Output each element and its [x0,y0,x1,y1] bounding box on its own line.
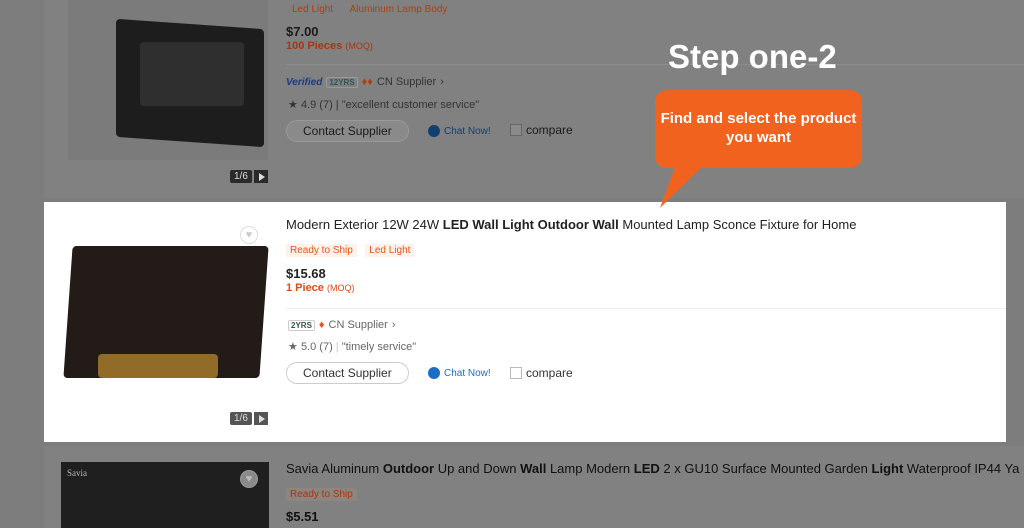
favorite-heart-icon[interactable]: ♥ [240,470,258,488]
callout-pointer [660,162,707,208]
play-icon[interactable] [253,170,268,183]
chat-label: Chat Now! [444,367,491,379]
title-part-bold: LED Wall Light Outdoor Wall [442,217,619,232]
product-card-bottom[interactable]: Savia ♥ Savia Aluminum Outdoor Up and Do… [44,446,1024,528]
compare-checkbox[interactable]: compare [510,123,573,137]
star-icon: ★ [288,99,298,111]
rating-value: 5.0 (7) [300,341,333,353]
moq: 1 Piece (MOQ) [286,282,354,294]
product-title[interactable]: Savia Aluminum Outdoor Up and Down Wall … [286,461,1019,476]
compare-label: compare [526,123,573,137]
title-part: Modern Exterior 12W 24W [286,217,443,232]
moq: 100 Pieces (MOQ) [286,40,373,52]
price: $15.68 [286,266,326,281]
step-title: Step one-2 [668,38,837,75]
tag-row: Ready to Ship Led Light [286,240,418,258]
lamp-glow [98,354,218,378]
years-suffix: YRS [295,320,312,330]
contact-supplier-button[interactable]: Contact Supplier [286,120,409,142]
verified-badge: Verified [286,76,323,88]
product-title[interactable]: Modern Exterior 12W 24W LED Wall Light O… [286,217,856,232]
title-part: Waterproof IP44 Ya [903,461,1020,476]
tag: Led Light [365,244,415,257]
contact-supplier-button[interactable]: Contact Supplier [286,362,409,384]
chevron-right-icon: › [391,319,396,331]
product-image[interactable] [68,0,268,160]
chevron-right-icon: › [440,76,444,88]
years-badge: 12YRS [326,76,358,88]
image-pager[interactable]: 1/6 [230,412,268,425]
tag-row: Ready to Ship [286,484,361,502]
rating-separator: | [335,341,339,353]
ready-to-ship-tag: Ready to Ship [286,488,357,501]
chat-label: Chat Now! [444,125,491,137]
years-suffix: YRS [338,77,355,87]
divider [286,308,1006,309]
moq-suffix: (MOQ) [345,41,373,51]
pager-count: 1/6 [230,412,252,425]
chat-icon [428,367,440,379]
product-card-top[interactable]: 1/6 Led Light Aluminum Lamp Body $7.00 1… [44,0,1024,198]
product-card-focused[interactable]: ♥ 1/6 Modern Exterior 12W 24W LED Wall L… [44,202,1006,442]
title-part-bold: Light [871,461,904,476]
tag: Led Light [292,4,334,15]
title-part-bold: Outdoor [382,461,435,476]
favorite-heart-icon[interactable]: ♥ [240,226,258,244]
pager-count: 1/6 [230,170,252,183]
rating-value: 4.9 (7) [300,99,333,111]
price: $7.00 [286,24,319,39]
title-part-bold: Wall [520,461,547,476]
rating-row: ★ 4.9 (7) | "excellent customer service" [288,98,479,111]
lamp-photo-inner [140,42,244,106]
moq-value: 100 Pieces [286,40,343,52]
ready-to-ship-tag: Ready to Ship [286,244,357,257]
chat-now-link[interactable]: Chat Now! [428,367,491,379]
chat-now-link[interactable]: Chat Now! [428,125,491,137]
divider [286,64,1024,65]
rating-separator: | [335,99,339,111]
checkbox[interactable] [510,367,522,379]
title-part: Up and Down [434,461,521,476]
price: $5.51 [286,509,319,524]
compare-label: compare [526,366,573,380]
image-pager[interactable]: 1/6 [230,170,268,183]
rating-row: ★ 5.0 (7) | "timely service" [288,340,416,353]
product-image[interactable] [63,216,269,428]
title-part: Mounted Lamp Sconce Fixture for Home [618,217,857,232]
supplier-type[interactable]: CN Supplier [329,319,388,331]
chat-icon [428,125,440,137]
title-part: Lamp Modern [546,461,634,476]
star-icon: ★ [288,341,298,353]
diamond-icon: ♦♦ [361,76,373,88]
supplier-row[interactable]: Verified 12YRS ♦♦ CN Supplier › [286,76,444,88]
tag: Aluminum Lamp Body [349,4,448,15]
supplier-row[interactable]: 2YRS ♦ CN Supplier › [288,319,396,331]
product-image[interactable]: Savia [61,462,269,528]
callout-bubble: Find and select the product you want [655,90,862,168]
years-badge: 2YRS [288,319,315,331]
tag-row: Led Light Aluminum Lamp Body [288,0,455,17]
supplier-type[interactable]: CN Supplier [377,76,436,88]
title-part: 2 x GU10 Surface Mounted Garden [659,461,872,476]
checkbox[interactable] [510,124,522,136]
years-value: 12 [329,77,339,87]
title-part: Savia Aluminum [286,461,383,476]
review-snippet: "excellent customer service" [341,99,480,111]
play-icon[interactable] [253,412,268,425]
review-snippet: "timely service" [341,341,417,353]
title-part-bold: LED [633,461,660,476]
compare-checkbox[interactable]: compare [510,366,573,380]
thumb-brand-text: Savia [67,468,87,478]
moq-value: 1 Piece [286,282,324,294]
diamond-icon: ♦ [318,319,325,331]
moq-suffix: (MOQ) [326,283,355,293]
